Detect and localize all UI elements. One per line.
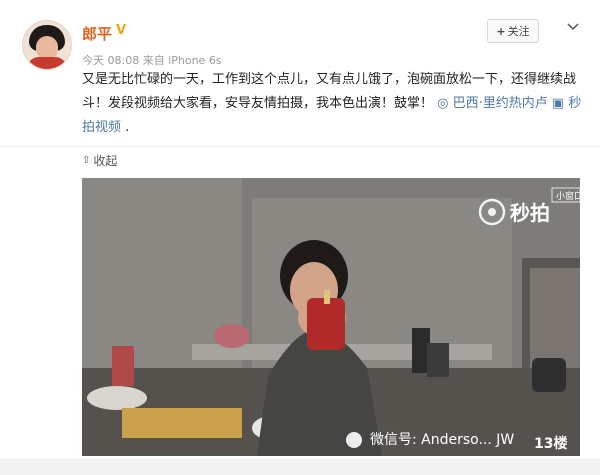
collapse-button[interactable]: ⇧ 收起	[82, 152, 117, 169]
video-player[interactable]: 小窗口 秒拍 微信号: Anderso... JW 13楼	[82, 178, 580, 456]
chevron-down-icon[interactable]	[565, 18, 581, 34]
location-icon: ◎	[437, 96, 449, 111]
plus-icon: +	[496, 24, 506, 38]
wechat-icon	[346, 432, 362, 448]
post-text: 又是无比忙碌的一天，工作到这个点儿，又有点儿饿了，泡碗面放松一下，还得继续战斗！…	[82, 68, 582, 140]
post-meta: 今天 08:08 来自 iPhone 6s	[82, 54, 222, 67]
follow-button[interactable]: + 关注	[487, 19, 539, 43]
bottom-band	[0, 458, 600, 475]
location-link[interactable]: 巴西·里约热内卢	[453, 96, 548, 111]
small-window-label[interactable]: 小窗口	[556, 190, 580, 202]
collapse-label: 收起	[93, 154, 118, 168]
miaopai-logo: 秒拍	[510, 201, 550, 225]
divider	[0, 146, 600, 147]
weibo-post-header: 郎平 V 今天 08:08 来自 iPhone 6s + 关注 又是无比忙碌的一…	[0, 0, 600, 148]
floor-number: 13楼	[534, 435, 567, 452]
verified-icon: V	[116, 23, 127, 38]
avatar[interactable]	[22, 20, 72, 70]
collapse-arrow-icon: ⇧	[82, 155, 91, 166]
video-frame: 小窗口 秒拍 微信号: Anderso... JW 13楼	[82, 178, 580, 456]
follow-label: 关注	[507, 25, 530, 38]
video-icon: ▣	[551, 96, 565, 111]
wechat-watermark: 微信号: Anderso... JW	[370, 432, 514, 448]
trailing-dot: .	[125, 120, 130, 135]
username[interactable]: 郎平	[82, 23, 112, 44]
